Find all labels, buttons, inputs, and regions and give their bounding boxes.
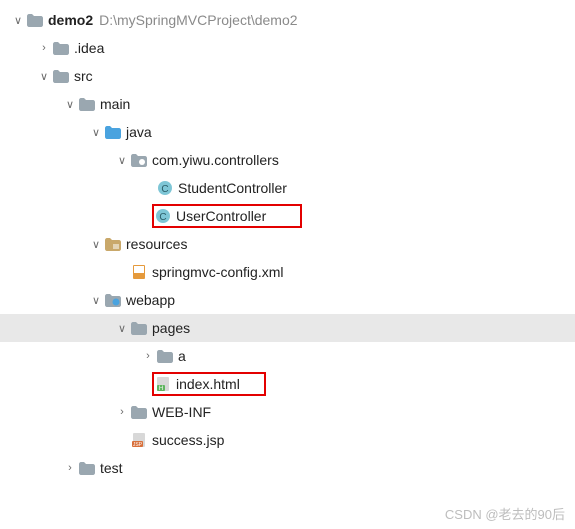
package-icon [130, 154, 148, 167]
svg-text:C: C [159, 212, 166, 223]
xml-file-icon [130, 264, 148, 280]
watermark: CSDN @老去的90后 [445, 504, 565, 523]
folder-label: WEB-INF [152, 404, 211, 420]
folder-icon [78, 98, 96, 111]
chevron-down-icon[interactable]: ∨ [88, 126, 104, 139]
svg-text:H: H [159, 386, 163, 392]
folder-icon [156, 350, 174, 363]
tree-row-pages[interactable]: ∨ pages [0, 314, 575, 342]
tree-row-index-html[interactable]: H index.html [0, 370, 575, 398]
chevron-right-icon[interactable]: › [62, 462, 78, 474]
tree-row-webinf[interactable]: › WEB-INF [0, 398, 575, 426]
svg-text:JSP: JSP [133, 442, 143, 448]
folder-icon [130, 406, 148, 419]
folder-label: a [178, 348, 186, 364]
folder-label: test [100, 460, 123, 476]
class-icon: C [154, 208, 172, 224]
chevron-right-icon[interactable]: › [36, 42, 52, 54]
file-label: index.html [176, 376, 240, 392]
tree-row-package[interactable]: ∨ com.yiwu.controllers [0, 146, 575, 174]
project-name: demo2 [48, 12, 93, 28]
folder-icon [52, 70, 70, 83]
folder-icon [130, 322, 148, 335]
class-label: UserController [176, 208, 266, 224]
tree-row-resources[interactable]: ∨ resources [0, 230, 575, 258]
highlight-box: C UserController [152, 204, 302, 228]
file-label: springmvc-config.xml [152, 264, 283, 280]
class-label: StudentController [178, 180, 287, 196]
tree-row-java[interactable]: ∨ java [0, 118, 575, 146]
tree-row-main[interactable]: ∨ main [0, 90, 575, 118]
folder-icon [52, 42, 70, 55]
chevron-down-icon[interactable]: ∨ [114, 154, 130, 167]
chevron-down-icon[interactable]: ∨ [36, 70, 52, 83]
chevron-down-icon[interactable]: ∨ [114, 322, 130, 335]
tree-row-webapp[interactable]: ∨ webapp [0, 286, 575, 314]
folder-label: webapp [126, 292, 175, 308]
tree-row-success-jsp[interactable]: JSP success.jsp [0, 426, 575, 454]
tree-row-root[interactable]: ∨ demo2 D:\mySpringMVCProject\demo2 [0, 6, 575, 34]
tree-row-student-controller[interactable]: C StudentController [0, 174, 575, 202]
class-icon: C [156, 180, 174, 196]
folder-label: .idea [74, 40, 104, 56]
folder-label: src [74, 68, 93, 84]
tree-row-spring-config[interactable]: springmvc-config.xml [0, 258, 575, 286]
folder-label: java [126, 124, 152, 140]
resources-folder-icon [104, 238, 122, 251]
jsp-file-icon: JSP [130, 432, 148, 448]
folder-label: resources [126, 236, 187, 252]
tree-row-idea[interactable]: › .idea [0, 34, 575, 62]
highlight-box: H index.html [152, 372, 266, 396]
chevron-down-icon[interactable]: ∨ [10, 14, 26, 27]
tree-row-user-controller[interactable]: C UserController [0, 202, 575, 230]
svg-text:C: C [161, 184, 168, 195]
chevron-down-icon[interactable]: ∨ [88, 294, 104, 307]
tree-row-src[interactable]: ∨ src [0, 62, 575, 90]
folder-label: pages [152, 320, 190, 336]
chevron-down-icon[interactable]: ∨ [88, 238, 104, 251]
tree-row-a[interactable]: › a [0, 342, 575, 370]
source-folder-icon [104, 126, 122, 139]
project-path: D:\mySpringMVCProject\demo2 [99, 12, 297, 28]
folder-label: main [100, 96, 130, 112]
file-label: success.jsp [152, 432, 224, 448]
folder-icon [26, 14, 44, 27]
html-file-icon: H [154, 376, 172, 392]
chevron-down-icon[interactable]: ∨ [62, 98, 78, 111]
chevron-right-icon[interactable]: › [114, 406, 130, 418]
package-label: com.yiwu.controllers [152, 152, 279, 168]
web-folder-icon [104, 294, 122, 307]
folder-icon [78, 462, 96, 475]
tree-row-test[interactable]: › test [0, 454, 575, 482]
chevron-right-icon[interactable]: › [140, 350, 156, 362]
